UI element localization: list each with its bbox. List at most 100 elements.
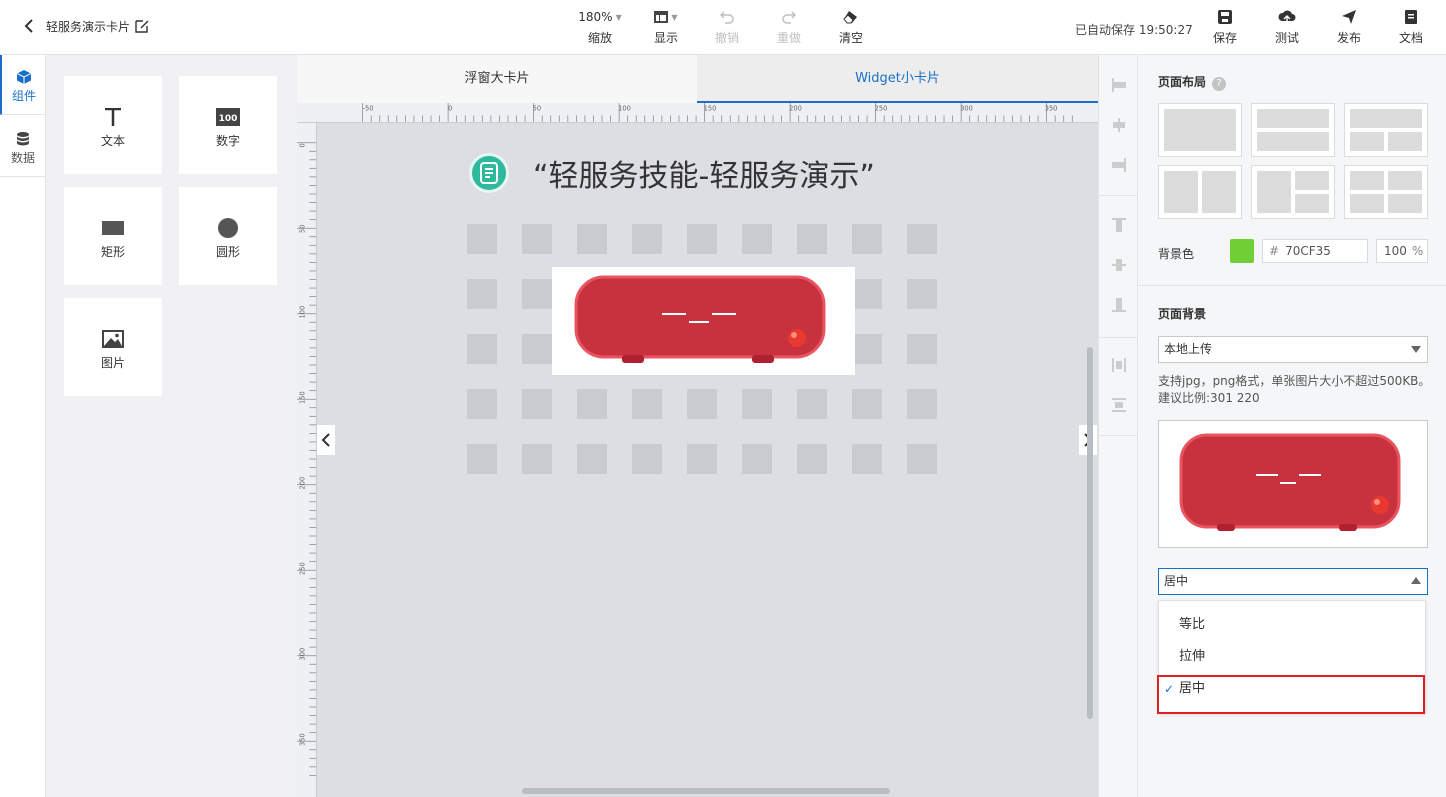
pattern-square	[467, 389, 497, 419]
layout-option-2[interactable]	[1251, 103, 1335, 157]
ruler-label: 150	[299, 391, 307, 404]
fit-mode-select[interactable]: 居中	[1158, 568, 1428, 595]
layout-icon	[654, 11, 669, 23]
hash-prefix: #	[1269, 244, 1280, 258]
zoom-value: 180%	[578, 10, 613, 24]
bg-opacity-input[interactable]: 100%	[1376, 239, 1428, 263]
component-panel: 文本 100 数字 矩形 圆形 图片	[46, 55, 297, 797]
pattern-square	[742, 224, 772, 254]
layout-option-3[interactable]	[1344, 103, 1428, 157]
ruler-label: -50	[363, 105, 374, 113]
fit-option-stretch[interactable]: 拉伸	[1159, 641, 1427, 673]
tab-widget-card[interactable]: Widget小卡片	[697, 55, 1098, 103]
ruler-label: 350	[1045, 105, 1058, 113]
image-icon	[102, 330, 124, 348]
ruler-label: 50	[299, 224, 307, 232]
ruler-label: 350	[299, 733, 307, 746]
pattern-square	[467, 279, 497, 309]
tab-components[interactable]: 组件	[0, 55, 46, 115]
component-circle[interactable]: 圆形	[179, 187, 277, 285]
ruler-label: 150	[704, 105, 717, 113]
layout-option-4[interactable]	[1158, 165, 1242, 219]
divider	[1099, 435, 1139, 436]
clear-button[interactable]: 清空	[823, 8, 879, 46]
upload-source-select[interactable]: 本地上传	[1158, 336, 1428, 363]
redo-icon	[782, 11, 796, 24]
component-rectangle[interactable]: 矩形	[64, 187, 162, 285]
card-title-row[interactable]: “轻服务技能-轻服务演示”	[469, 153, 875, 194]
pattern-square	[577, 444, 607, 474]
edit-icon[interactable]	[135, 18, 149, 33]
save-button[interactable]: 保存	[1197, 8, 1253, 46]
tab-components-label: 组件	[11, 89, 36, 103]
question-icon[interactable]: ?	[1212, 77, 1227, 91]
docs-label: 文档	[1398, 31, 1423, 45]
zoom-label: 缩放	[587, 31, 612, 45]
vertical-scrollbar[interactable]	[1087, 347, 1093, 719]
component-circle-label: 圆形	[215, 245, 240, 259]
publish-button[interactable]: 发布	[1321, 8, 1377, 46]
bg-section-title: 页面背景	[1158, 307, 1207, 321]
tab-data-label: 数据	[10, 151, 35, 165]
align-middle-icon[interactable]	[1111, 257, 1127, 273]
bg-color-hex-input[interactable]: #70CF35	[1262, 239, 1368, 263]
widget-image-frame[interactable]	[552, 267, 855, 375]
pattern-square	[687, 224, 717, 254]
upload-hint: 支持jpg，png格式，单张图片大小不超过500KB。建议比例:301 220	[1158, 374, 1431, 405]
fit-option-proportional[interactable]: 等比	[1159, 609, 1427, 641]
undo-icon	[720, 11, 734, 24]
eraser-icon	[843, 11, 857, 24]
component-rectangle-label: 矩形	[100, 245, 125, 259]
pattern-square	[632, 444, 662, 474]
display-button[interactable]: ▼ 显示	[638, 8, 694, 46]
tab-floating-card[interactable]: 浮窗大卡片	[297, 55, 697, 103]
redo-button[interactable]: 重做	[761, 8, 817, 46]
bg-image-preview[interactable]	[1158, 420, 1428, 548]
service-logo-icon	[469, 153, 509, 193]
pattern-square	[522, 279, 552, 309]
ruler-label: 300	[299, 648, 307, 661]
docs-button[interactable]: 文档	[1383, 8, 1439, 46]
component-image[interactable]: 图片	[64, 298, 162, 396]
distribute-vertical-icon[interactable]	[1111, 397, 1127, 413]
bg-color-value: 70CF35	[1285, 244, 1331, 258]
bg-color-swatch[interactable]	[1230, 239, 1254, 263]
upload-source-value: 本地上传	[1164, 342, 1213, 356]
canvas-area: 浮窗大卡片 Widget小卡片 -50 0 50 100 150 200 250…	[297, 55, 1098, 797]
distribute-horizontal-icon[interactable]	[1111, 357, 1127, 373]
align-right-icon[interactable]	[1111, 157, 1127, 173]
ruler-label: 0	[299, 143, 307, 147]
ruler-label: 250	[299, 562, 307, 575]
save-icon	[1218, 10, 1232, 24]
component-number[interactable]: 100 数字	[179, 76, 277, 174]
layout-option-6[interactable]	[1344, 165, 1428, 219]
pattern-square	[522, 389, 552, 419]
horizontal-scrollbar[interactable]	[522, 788, 890, 794]
back-button[interactable]	[22, 18, 38, 36]
align-left-icon[interactable]	[1111, 77, 1127, 93]
zoom-control[interactable]: 180% ▼ 缩放	[572, 8, 628, 46]
save-label: 保存	[1212, 31, 1237, 45]
align-top-icon[interactable]	[1111, 217, 1127, 233]
component-image-label: 图片	[100, 356, 125, 370]
ruler-label: 50	[533, 105, 541, 113]
component-text[interactable]: 文本	[64, 76, 162, 174]
fit-option-label: 等比	[1179, 617, 1206, 632]
rectangle-icon	[102, 221, 124, 235]
align-bottom-icon[interactable]	[1111, 297, 1127, 313]
fit-mode-value: 居中	[1164, 574, 1189, 588]
tab-data[interactable]: 数据	[0, 117, 46, 177]
align-center-horizontal-icon[interactable]	[1111, 117, 1127, 133]
divider	[1099, 195, 1139, 196]
database-icon	[17, 132, 29, 146]
layout-option-1[interactable]	[1158, 103, 1242, 157]
chevron-left-icon	[24, 19, 33, 33]
prev-arrow-button[interactable]	[317, 425, 335, 455]
pattern-square	[467, 224, 497, 254]
layout-option-5[interactable]	[1251, 165, 1335, 219]
pattern-square	[467, 334, 497, 364]
test-button[interactable]: 测试	[1259, 8, 1315, 46]
undo-button[interactable]: 撤销	[699, 8, 755, 46]
pattern-square	[852, 334, 882, 364]
cube-icon	[17, 70, 31, 84]
